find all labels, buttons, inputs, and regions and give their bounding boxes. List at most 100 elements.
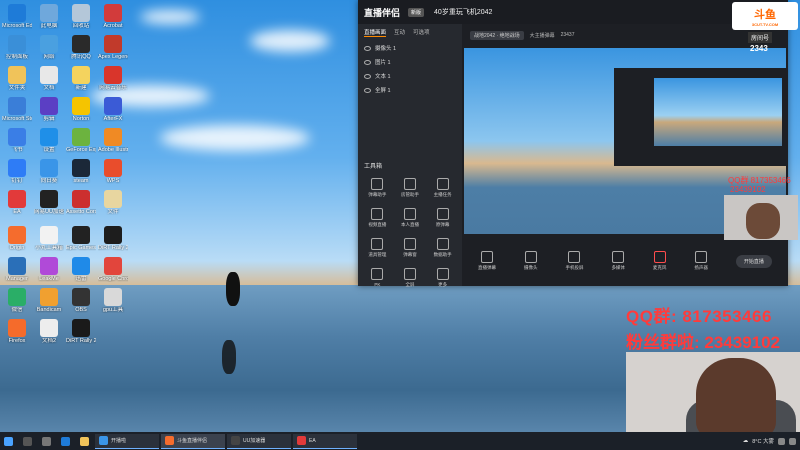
live-control[interactable]: 扬声器 bbox=[694, 251, 708, 271]
taskview-button[interactable] bbox=[38, 434, 55, 448]
weather-icon[interactable]: ☁ bbox=[743, 438, 749, 444]
desktop-icon[interactable]: EA bbox=[2, 190, 32, 215]
desktop-icon[interactable]: Acrobat bbox=[98, 4, 128, 29]
search-button[interactable] bbox=[19, 434, 36, 448]
desktop-icon[interactable]: 文件夹 bbox=[2, 66, 32, 91]
stream-title[interactable]: 40岁重玩飞机2042 bbox=[434, 7, 492, 17]
desktop-icon[interactable]: gpu工具 bbox=[98, 288, 128, 313]
toolbox-item[interactable]: 弹幕助手 bbox=[362, 178, 393, 198]
toolbox-item[interactable]: PK bbox=[362, 268, 393, 288]
layer-item[interactable]: 摄像头 1 bbox=[358, 41, 462, 55]
eye-icon[interactable] bbox=[364, 87, 371, 93]
desktop-icon[interactable]: 控制面板 bbox=[2, 35, 32, 60]
taskbar-app[interactable]: 斗鱼直播伴侣 bbox=[161, 433, 225, 449]
toolbox-item[interactable]: 原弹幕 bbox=[427, 208, 458, 228]
toolbox-item[interactable]: 全屏 bbox=[395, 268, 426, 288]
live-control[interactable]: 多媒体 bbox=[611, 251, 625, 271]
eye-icon[interactable] bbox=[364, 59, 371, 65]
toolbox-item[interactable]: 本人直播 bbox=[395, 208, 426, 228]
desktop-icon[interactable]: 网易云音乐 bbox=[98, 66, 128, 91]
desktop-icon[interactable]: 文件 bbox=[98, 190, 128, 215]
desktop-icon[interactable]: 设置 bbox=[34, 128, 64, 153]
tool-label: PK bbox=[374, 282, 381, 287]
desktop-icon[interactable]: GeForce Experience bbox=[66, 128, 96, 153]
toolbox-item[interactable]: 弹幕窗 bbox=[395, 238, 426, 258]
taskbar-app[interactable]: UU加速器 bbox=[227, 433, 291, 449]
desktop-icon[interactable]: Microsoft Store bbox=[2, 97, 32, 122]
desktop-icon[interactable]: WPS bbox=[98, 159, 128, 184]
desktop-icon[interactable]: 向日葵 bbox=[34, 159, 64, 184]
live-control[interactable]: 麦克风 bbox=[653, 251, 666, 271]
desktop-icon[interactable]: Epic Games bbox=[66, 226, 96, 251]
desktop-icon[interactable]: 网络 bbox=[34, 35, 64, 60]
desktop-icon[interactable]: 微信 bbox=[2, 288, 32, 313]
tool-icon bbox=[403, 238, 416, 250]
eye-icon[interactable] bbox=[364, 73, 371, 79]
desktop-icon[interactable]: steam bbox=[66, 159, 96, 184]
desktop-icon[interactable]: Manager bbox=[2, 257, 32, 282]
start-button[interactable] bbox=[0, 434, 17, 448]
desktop-icon[interactable]: Bandicam bbox=[34, 288, 64, 313]
volume-icon[interactable] bbox=[789, 437, 796, 445]
desktop-icon-label: WPS bbox=[106, 178, 120, 184]
layer-item[interactable]: 文本 1 bbox=[358, 69, 462, 83]
desktop-icon[interactable]: Apex Legends bbox=[98, 35, 128, 60]
desktop-icon[interactable]: Google Chrome bbox=[98, 257, 128, 282]
desktop-icon[interactable]: 回收站 bbox=[66, 4, 96, 29]
app-icon bbox=[8, 66, 26, 84]
tab-interact[interactable]: 互动 bbox=[394, 28, 405, 37]
desktop-icon[interactable]: 剪辑 bbox=[34, 97, 64, 122]
start-live-button[interactable]: 开始直播 bbox=[735, 254, 772, 268]
desktop-icon[interactable]: DiRT Rally 2 bbox=[66, 319, 96, 344]
live-control[interactable]: 摄像头 bbox=[524, 251, 537, 271]
desktop-icon[interactable]: Origin bbox=[2, 226, 32, 251]
desktop-icon[interactable]: 文档2 bbox=[34, 319, 64, 344]
desktop-icon[interactable]: Norton bbox=[66, 97, 96, 122]
desktop-icon[interactable]: OBS bbox=[66, 288, 96, 313]
tab-live-scene[interactable]: 直播画面 bbox=[364, 28, 387, 37]
taskbar-app[interactable]: 开播啦 bbox=[95, 433, 159, 449]
toolbox-item[interactable]: 房管助手 bbox=[395, 178, 426, 198]
layer-item[interactable]: 全屏 1 bbox=[358, 83, 462, 97]
desktop-icon[interactable]: 钉钉 bbox=[2, 159, 32, 184]
desktop-icon[interactable]: DiRT Rally 2.0 bbox=[98, 226, 128, 251]
live-control[interactable]: 直播弹幕 bbox=[478, 251, 496, 271]
game-tag[interactable]: 战地2042 · 绝地战场 bbox=[470, 30, 524, 40]
edge-icon bbox=[61, 436, 70, 446]
network-icon[interactable] bbox=[778, 437, 785, 445]
tab-options[interactable]: 可选项 bbox=[413, 28, 430, 37]
desktop-icon[interactable]: Assetto Corsa bbox=[66, 190, 96, 215]
cloud bbox=[160, 125, 310, 151]
desktop-icon[interactable]: 腾讯QQ bbox=[66, 35, 96, 60]
desktop-icon-label: Manager bbox=[6, 276, 28, 282]
desktop-icon[interactable]: LeakMe bbox=[34, 257, 64, 282]
desktop-icon[interactable]: Adobe Illustrator bbox=[98, 128, 128, 153]
desktop-icon[interactable]: 网易UU加速器 bbox=[34, 190, 64, 215]
live-control[interactable]: 手机投屏 bbox=[565, 251, 583, 271]
app-icon bbox=[8, 226, 26, 244]
desktop-icon[interactable]: AfterFX bbox=[98, 97, 128, 122]
taskbar-app[interactable]: EA bbox=[293, 433, 357, 449]
desktop-icon[interactable]: 小丸工具箱 bbox=[34, 226, 64, 251]
desktop-icon[interactable]: Microsoft Edge bbox=[2, 4, 32, 29]
desktop-icon[interactable]: 新建 bbox=[66, 66, 96, 91]
toolbox-item[interactable]: 道具管理 bbox=[362, 238, 393, 258]
desktop-icon[interactable]: 此电脑 bbox=[34, 4, 64, 29]
eye-icon[interactable] bbox=[364, 45, 371, 51]
toolbox-item[interactable]: 数据助手 bbox=[427, 238, 458, 258]
explorer-button[interactable] bbox=[76, 434, 93, 448]
desktop-icon[interactable]: Firefox bbox=[2, 319, 32, 344]
weather-text[interactable]: 8°C 大雾 bbox=[752, 437, 774, 445]
cloud bbox=[250, 30, 330, 52]
tool-label: 道具管理 bbox=[368, 252, 387, 257]
toolbox-item[interactable]: 更多 bbox=[427, 268, 458, 288]
app-icon bbox=[104, 35, 122, 53]
desktop-icon[interactable]: 飞书 bbox=[2, 128, 32, 153]
desktop-icon[interactable]: 迅雷 bbox=[66, 257, 96, 282]
desktop-icon[interactable]: 文档 bbox=[34, 66, 64, 91]
edge-button[interactable] bbox=[57, 434, 74, 448]
toolbox-item[interactable]: 主播任务 bbox=[427, 178, 458, 198]
layer-item[interactable]: 图片 1 bbox=[358, 55, 462, 69]
layer-label: 图片 1 bbox=[375, 60, 391, 66]
toolbox-item[interactable]: 视频直播 bbox=[362, 208, 393, 228]
